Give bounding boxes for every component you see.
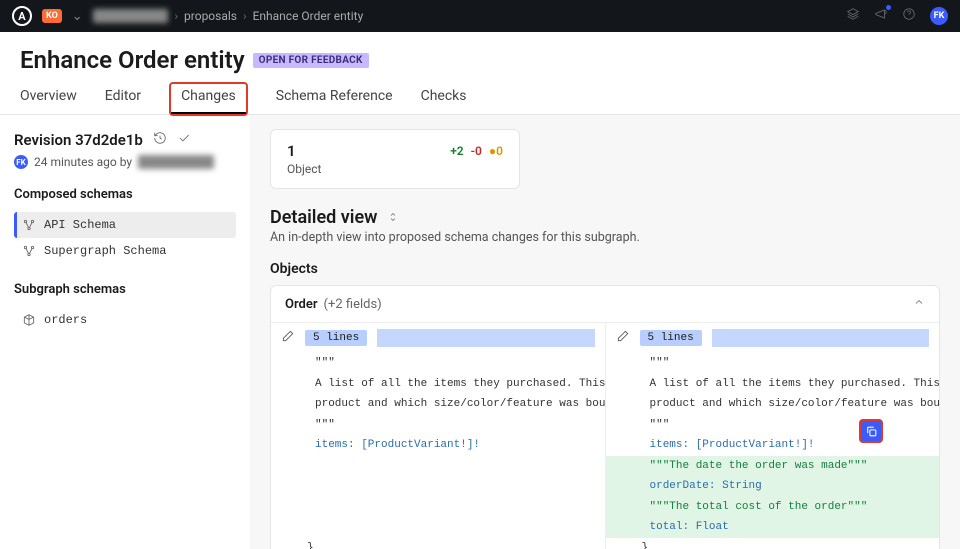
code-line: items: [ProductVariant!]! bbox=[606, 435, 940, 456]
summary-label: Object bbox=[287, 162, 503, 176]
avatar[interactable]: FK bbox=[930, 7, 948, 25]
code-line-added: total: Float bbox=[606, 517, 940, 538]
object-header[interactable]: Order (+2 fields) bbox=[271, 286, 939, 322]
stat-added: +2 bbox=[450, 144, 463, 158]
tab-checks[interactable]: Checks bbox=[421, 82, 467, 114]
code-line: """ bbox=[271, 353, 605, 374]
code-line-added: """The date the order was made""" bbox=[606, 456, 940, 477]
code-line: A list of all the items they purchased. … bbox=[271, 374, 605, 395]
org-badge[interactable]: KO bbox=[42, 9, 62, 23]
lines-bar bbox=[377, 329, 594, 347]
sidebar-item-api-schema[interactable]: API Schema bbox=[14, 212, 236, 238]
stat-warning: ●0 bbox=[489, 144, 503, 158]
sidebar-item-label: Supergraph Schema bbox=[44, 244, 166, 258]
revision-meta: FK 24 minutes ago by xxxxxx bbox=[14, 155, 236, 169]
object-name: Order bbox=[285, 297, 318, 312]
summary-card[interactable]: 1 +2 -0 ●0 Object bbox=[270, 129, 520, 189]
diff-view: 5 lines """ A list of all the items they… bbox=[271, 322, 939, 549]
objects-heading: Objects bbox=[270, 261, 940, 277]
lines-count: 5 lines bbox=[305, 330, 367, 346]
code-line: items: [ProductVariant!]! bbox=[271, 435, 605, 456]
tab-schema-reference[interactable]: Schema Reference bbox=[276, 82, 393, 114]
detailed-view-desc: An in-depth view into proposed schema ch… bbox=[270, 230, 940, 245]
caret-down-icon[interactable]: ⌄ bbox=[72, 9, 83, 24]
revision-label: Revision 37d2de1b bbox=[14, 131, 143, 149]
code-line bbox=[271, 476, 605, 497]
code-line bbox=[271, 517, 605, 538]
sidebar: Revision 37d2de1b FK 24 minutes ago by x… bbox=[0, 115, 250, 549]
code-line: product and which size/color/feature was… bbox=[606, 394, 940, 415]
subgraph-schemas-heading: Subgraph schemas bbox=[14, 282, 236, 297]
lines-count: 5 lines bbox=[640, 330, 702, 346]
detailed-view-heading: Detailed view bbox=[270, 207, 377, 228]
history-icon[interactable] bbox=[153, 131, 167, 149]
announce-icon[interactable] bbox=[874, 7, 888, 25]
summary-count: 1 bbox=[287, 142, 296, 160]
schema-icon bbox=[22, 218, 36, 232]
copy-diff-button[interactable] bbox=[859, 419, 883, 443]
code-line-added: """The total cost of the order""" bbox=[606, 497, 940, 518]
check-icon[interactable] bbox=[177, 131, 191, 149]
code-line: """ bbox=[271, 415, 605, 436]
sidebar-item-label: orders bbox=[44, 313, 87, 327]
code-line: } bbox=[606, 538, 940, 549]
code-line: """ bbox=[606, 415, 940, 436]
help-icon[interactable] bbox=[902, 7, 916, 25]
tab-overview[interactable]: Overview bbox=[20, 82, 77, 114]
chevron-right-icon: › bbox=[174, 9, 178, 23]
author-name: xxxxxx bbox=[138, 155, 214, 169]
tabs: Overview Editor Changes Schema Reference… bbox=[20, 82, 940, 114]
edit-icon[interactable] bbox=[616, 329, 630, 347]
cube-icon bbox=[22, 313, 36, 327]
sidebar-item-supergraph-schema[interactable]: Supergraph Schema bbox=[14, 238, 236, 264]
topbar: A KO ⌄ xxxxxx › proposals › Enhance Orde… bbox=[0, 0, 960, 32]
edit-icon[interactable] bbox=[281, 329, 295, 347]
topbar-right: FK bbox=[846, 7, 948, 25]
code-line bbox=[271, 497, 605, 518]
code-line: } bbox=[271, 538, 605, 549]
object-card: Order (+2 fields) 5 lines """ A list of … bbox=[270, 285, 940, 549]
code-line-added: orderDate: String bbox=[606, 476, 940, 497]
stat-removed: -0 bbox=[471, 144, 482, 158]
main-content: 1 +2 -0 ●0 Object Detailed view An in-de… bbox=[250, 115, 960, 549]
apollo-logo-icon[interactable]: A bbox=[12, 6, 32, 26]
object-fields-count: (+2 fields) bbox=[324, 297, 382, 312]
tab-changes[interactable]: Changes bbox=[169, 82, 248, 116]
chevron-right-icon: › bbox=[243, 9, 247, 23]
chevron-up-icon[interactable] bbox=[913, 296, 925, 312]
page-header: Enhance Order entity OPEN FOR FEEDBACK O… bbox=[0, 32, 960, 115]
breadcrumb-proposals[interactable]: proposals bbox=[184, 9, 237, 23]
breadcrumb-graph[interactable]: xxxxxx bbox=[93, 9, 169, 23]
code-line bbox=[271, 456, 605, 477]
summary-stats: +2 -0 ●0 bbox=[450, 144, 503, 158]
revision-time: 24 minutes ago by bbox=[34, 155, 132, 169]
diff-left: 5 lines """ A list of all the items they… bbox=[271, 323, 605, 549]
code-line: """ bbox=[606, 353, 940, 374]
code-line: A list of all the items they purchased. … bbox=[606, 374, 940, 395]
copy-icon bbox=[865, 425, 878, 438]
code-line: product and which size/color/feature was… bbox=[271, 394, 605, 415]
collapse-icon[interactable] bbox=[387, 207, 399, 228]
lines-bar bbox=[712, 329, 929, 347]
schema-icon bbox=[22, 244, 36, 258]
detailed-view-title: Detailed view bbox=[270, 207, 940, 228]
author-avatar: FK bbox=[14, 155, 28, 169]
diff-right: 5 lines """ A list of all the items they… bbox=[605, 323, 940, 549]
sidebar-item-orders[interactable]: orders bbox=[14, 307, 236, 333]
layers-icon[interactable] bbox=[846, 7, 860, 25]
status-badge: OPEN FOR FEEDBACK bbox=[253, 53, 369, 68]
composed-schemas-heading: Composed schemas bbox=[14, 187, 236, 202]
breadcrumb: xxxxxx › proposals › Enhance Order entit… bbox=[93, 9, 364, 23]
page-title: Enhance Order entity bbox=[20, 46, 245, 74]
tab-editor[interactable]: Editor bbox=[105, 82, 141, 114]
breadcrumb-current: Enhance Order entity bbox=[253, 9, 364, 23]
sidebar-item-label: API Schema bbox=[44, 218, 116, 232]
